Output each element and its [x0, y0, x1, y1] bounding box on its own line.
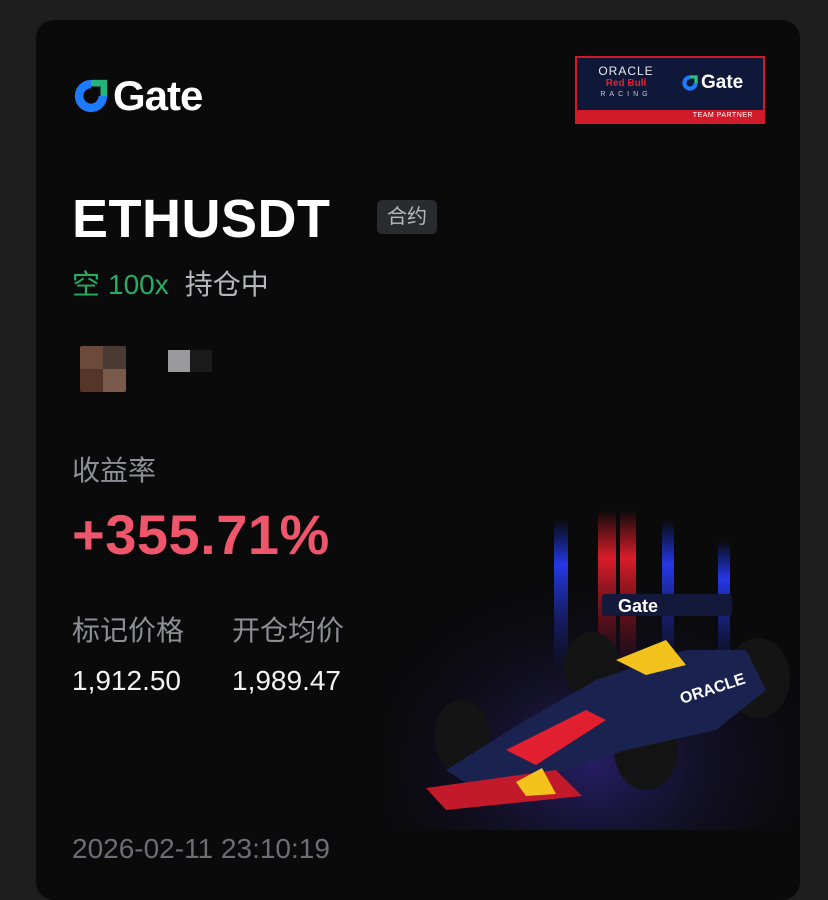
share-card: Gate ORACLE Red Bull RACING Gate TEAM PA…: [36, 20, 800, 900]
gate-logo: Gate: [72, 72, 203, 119]
timestamp: 2026-02-11 23:10:19: [72, 833, 330, 864]
partner-oracle-text: ORACLE: [598, 64, 654, 78]
roi-label: 收益率: [72, 455, 157, 486]
entry-price-label: 开仓均价: [232, 615, 345, 646]
position-status: 持仓中: [184, 269, 269, 300]
gate-logo-text: Gate: [113, 72, 203, 119]
f1-car-illustration: Gate ORACLE: [386, 500, 800, 830]
rear-wing-text: Gate: [618, 596, 658, 616]
entry-price-value: 1,989.47: [232, 665, 341, 696]
mark-price-label: 标记价格: [72, 615, 185, 646]
redbull-partner-badge: ORACLE Red Bull RACING Gate TEAM PARTNER: [575, 56, 765, 124]
partner-redbull-text: Red Bull: [605, 78, 647, 89]
position-leverage: 100x: [108, 269, 169, 300]
partner-gate-text: Gate: [701, 72, 744, 93]
contract-type-tag: 合约: [377, 200, 437, 234]
mark-price-value: 1,912.50: [72, 665, 181, 696]
partner-team-label: TEAM PARTNER: [577, 110, 763, 122]
gate-logo-icon: [74, 79, 108, 113]
partner-racing-text: RACING: [600, 91, 652, 98]
username-pixelated: [168, 350, 212, 372]
light-beam-red: [620, 510, 636, 670]
avatar: [80, 346, 126, 392]
light-beam-blue: [554, 520, 568, 670]
roi-value: +355.71%: [72, 503, 330, 566]
trading-pair: ETHUSDT: [72, 189, 331, 249]
partner-gate-icon: [682, 75, 698, 91]
position-info: 空 100x 持仓中: [72, 266, 269, 304]
position-direction: 空: [72, 269, 101, 300]
